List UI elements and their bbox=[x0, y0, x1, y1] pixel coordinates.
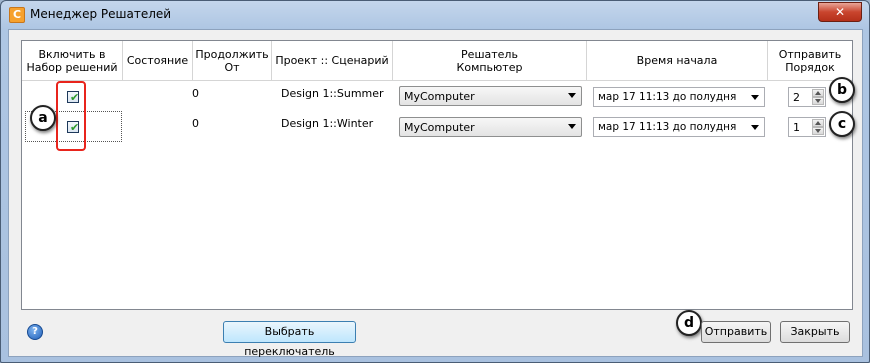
solver-manager-window: C Менеджер Решателей ✕ Включить в Набор … bbox=[0, 0, 870, 363]
start-time-value: мар 17 11:13 до полудня bbox=[598, 91, 737, 103]
computer-select-value: MyComputer bbox=[404, 121, 475, 134]
spin-down-icon[interactable] bbox=[812, 127, 824, 135]
continue-from-row-1: 0 bbox=[192, 87, 199, 100]
spin-up-icon[interactable] bbox=[812, 119, 824, 127]
start-time-value: мар 17 11:13 до полудня bbox=[598, 121, 737, 133]
app-logo-icon: C bbox=[9, 7, 25, 23]
submit-order-spinner-row-2[interactable]: 1 bbox=[788, 117, 826, 137]
close-button[interactable]: Закрыть bbox=[780, 321, 850, 343]
callout-b: b bbox=[829, 77, 855, 103]
project-scenario-row-2: Design 1::Winter bbox=[281, 117, 374, 130]
chevron-down-icon bbox=[751, 95, 759, 100]
column-header-project-scenario[interactable]: Проект :: Сценарий bbox=[272, 41, 393, 81]
title-bar: C Менеджер Решателей ✕ bbox=[1, 1, 869, 27]
solver-job-grid: Включить в Набор решений Состояние Продо… bbox=[21, 40, 855, 310]
column-header-submit-order[interactable]: Отправить Порядок bbox=[768, 41, 852, 81]
computer-select-row-2[interactable]: MyComputer bbox=[399, 117, 582, 137]
start-time-picker-row-1[interactable]: мар 17 11:13 до полудня bbox=[593, 87, 765, 107]
submit-order-value: 2 bbox=[793, 91, 800, 104]
chevron-down-icon bbox=[568, 93, 576, 98]
column-header-status[interactable]: Состояние bbox=[123, 41, 193, 81]
submit-button[interactable]: Отправить bbox=[701, 321, 771, 343]
window-title: Менеджер Решателей bbox=[30, 7, 172, 21]
annotation-highlight-checkboxes bbox=[56, 81, 86, 151]
column-header-start-time[interactable]: Время начала bbox=[587, 41, 768, 81]
spin-up-icon[interactable] bbox=[812, 89, 824, 97]
project-scenario-row-1: Design 1::Summer bbox=[281, 87, 384, 100]
continue-from-row-2: 0 bbox=[192, 117, 199, 130]
callout-d: d bbox=[676, 310, 702, 336]
chevron-down-icon bbox=[568, 124, 576, 129]
callout-c: c bbox=[829, 111, 855, 137]
computer-select-row-1[interactable]: MyComputer bbox=[399, 86, 582, 106]
column-header-continue-from[interactable]: Продолжить От bbox=[193, 41, 272, 81]
spin-down-icon[interactable] bbox=[812, 97, 824, 105]
column-header-enable[interactable]: Включить в Набор решений bbox=[22, 41, 123, 81]
submit-order-spinner-row-1[interactable]: 2 bbox=[788, 87, 826, 107]
window-close-button[interactable]: ✕ bbox=[818, 2, 862, 22]
start-time-picker-row-2[interactable]: мар 17 11:13 до полудня bbox=[593, 117, 765, 137]
computer-select-value: MyComputer bbox=[404, 90, 475, 103]
chevron-down-icon bbox=[751, 125, 759, 130]
help-icon[interactable]: ? bbox=[27, 324, 43, 340]
column-header-solver-computer[interactable]: Решатель Компьютер bbox=[393, 41, 587, 81]
dialog-client-area: Включить в Набор решений Состояние Продо… bbox=[8, 29, 863, 358]
callout-a: a bbox=[30, 105, 56, 131]
submit-order-value: 1 bbox=[793, 121, 800, 134]
select-toggle-button[interactable]: Выбрать переключатель bbox=[223, 321, 356, 358]
